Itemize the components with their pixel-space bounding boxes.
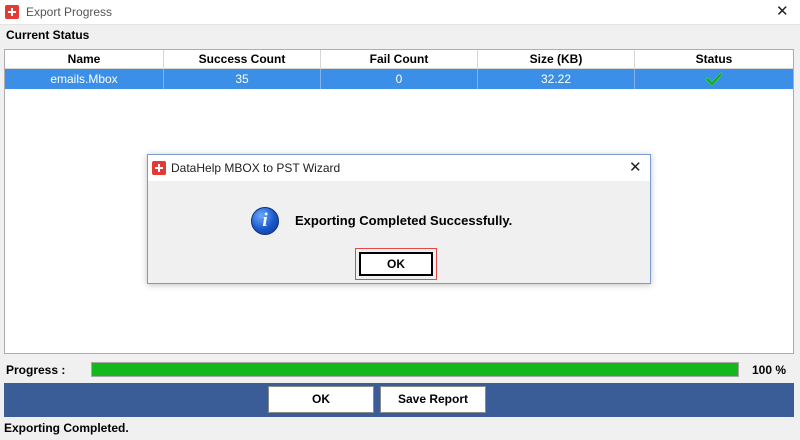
dialog-message: Exporting Completed Successfully. — [295, 213, 513, 228]
close-icon[interactable]: ✕ — [776, 4, 789, 19]
section-title: Current Status — [6, 28, 90, 42]
completion-dialog: DataHelp MBOX to PST Wizard ✕ i Exportin… — [147, 154, 651, 284]
dialog-title: DataHelp MBOX to PST Wizard — [171, 161, 341, 175]
button-bar: OK Save Report — [4, 383, 794, 417]
info-icon: i — [251, 207, 279, 235]
ok-focus-outline: OK — [355, 248, 437, 280]
progress-percent: 100 % — [752, 363, 787, 377]
table-row[interactable]: emails.Mbox 35 0 32.22 — [5, 69, 793, 89]
column-header-success-count[interactable]: Success Count — [164, 50, 321, 68]
column-header-status[interactable]: Status — [635, 50, 793, 68]
window-title: Export Progress — [26, 5, 113, 19]
column-header-name[interactable]: Name — [5, 50, 164, 68]
progress-fill — [92, 363, 738, 376]
cell-status — [635, 69, 793, 89]
app-logo-icon — [5, 5, 19, 19]
progress-bar — [91, 362, 739, 377]
cell-name: emails.Mbox — [5, 69, 164, 89]
status-text: Exporting Completed. — [4, 421, 129, 435]
cell-size: 32.22 — [478, 69, 635, 89]
column-header-size[interactable]: Size (KB) — [478, 50, 635, 68]
check-icon — [705, 72, 723, 86]
progress-label: Progress : — [6, 363, 66, 377]
dialog-ok-button[interactable]: OK — [359, 252, 433, 276]
window-titlebar: Export Progress ✕ — [0, 0, 800, 25]
cell-success-count: 35 — [164, 69, 321, 89]
cell-fail-count: 0 — [321, 69, 478, 89]
save-report-button[interactable]: Save Report — [380, 386, 486, 413]
table-header: Name Success Count Fail Count Size (KB) … — [5, 50, 793, 69]
app-logo-icon — [152, 161, 166, 175]
ok-button[interactable]: OK — [268, 386, 374, 413]
dialog-close-icon[interactable]: ✕ — [629, 160, 642, 175]
dialog-titlebar: DataHelp MBOX to PST Wizard ✕ — [148, 155, 650, 181]
column-header-fail-count[interactable]: Fail Count — [321, 50, 478, 68]
